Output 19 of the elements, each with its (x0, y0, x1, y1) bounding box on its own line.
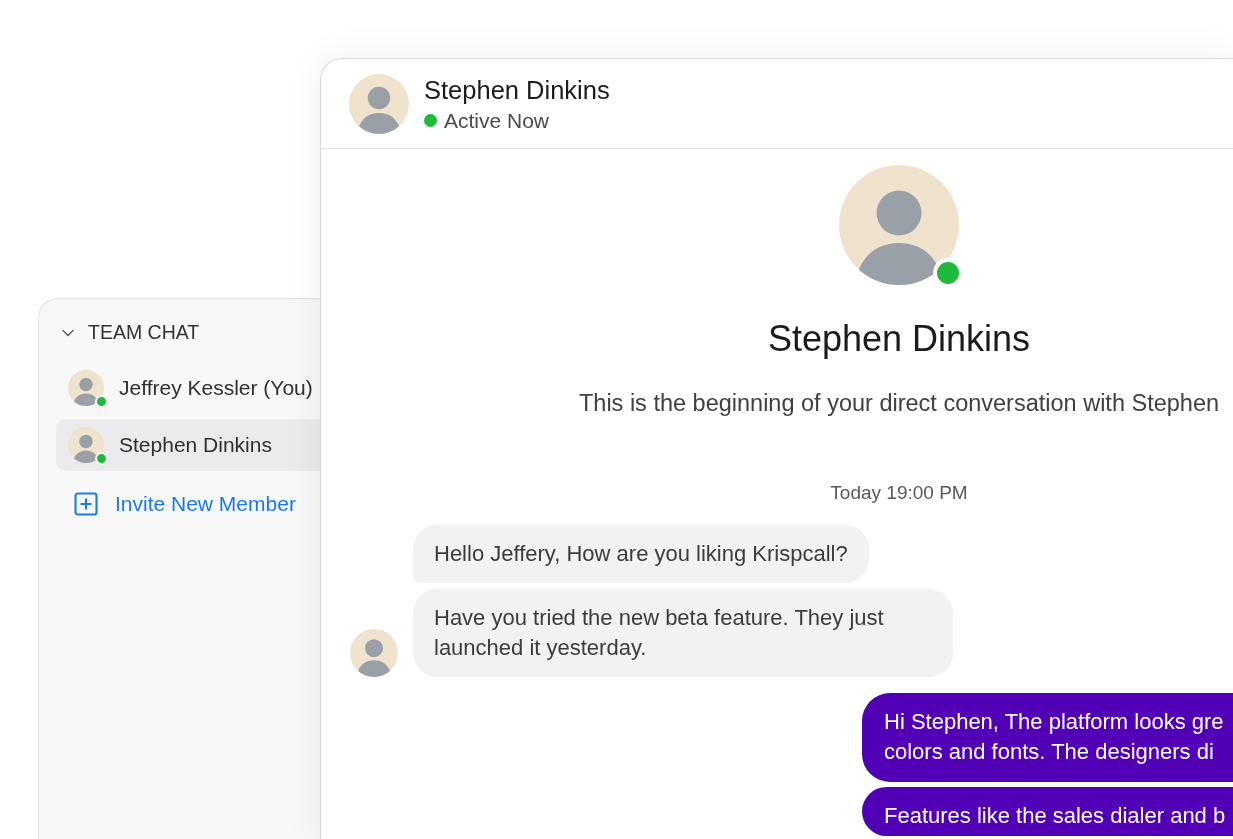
profile-name: Stephen Dinkins (767, 319, 1031, 359)
outgoing-message: Features like the sales dialer and b (862, 787, 1233, 836)
message-timestamp: Today 19:00 PM (830, 482, 968, 504)
avatar-icon (68, 427, 104, 463)
contact-name: Stephen Dinkins (424, 74, 610, 105)
outgoing-message: Hi Stephen, The platform looks gre colors and fonts. The designers di (862, 693, 1233, 782)
avatar-icon (68, 370, 104, 406)
incoming-message: Hello Jeffery, How are you liking Krispcall? (413, 525, 869, 583)
avatar-icon (350, 629, 398, 677)
member-name: Jeffrey Kessler (You) (119, 375, 313, 402)
incoming-message: Have you tried the new beta feature. They just launched it yesterday. (413, 589, 953, 677)
conversation-intro: This is the beginning of your direct conversation with Stephen (578, 389, 1220, 417)
plus-square-icon (72, 490, 100, 518)
member-item[interactable]: Stephen Dinkins (56, 419, 321, 471)
member-item[interactable]: Jeffrey Kessler (You) (56, 362, 321, 414)
section-toggle[interactable]: TEAM CHAT (56, 319, 321, 347)
invite-member-link[interactable]: Invite New Member (56, 482, 321, 526)
member-name: Stephen Dinkins (119, 432, 272, 459)
status-text: Active Now (444, 107, 550, 133)
